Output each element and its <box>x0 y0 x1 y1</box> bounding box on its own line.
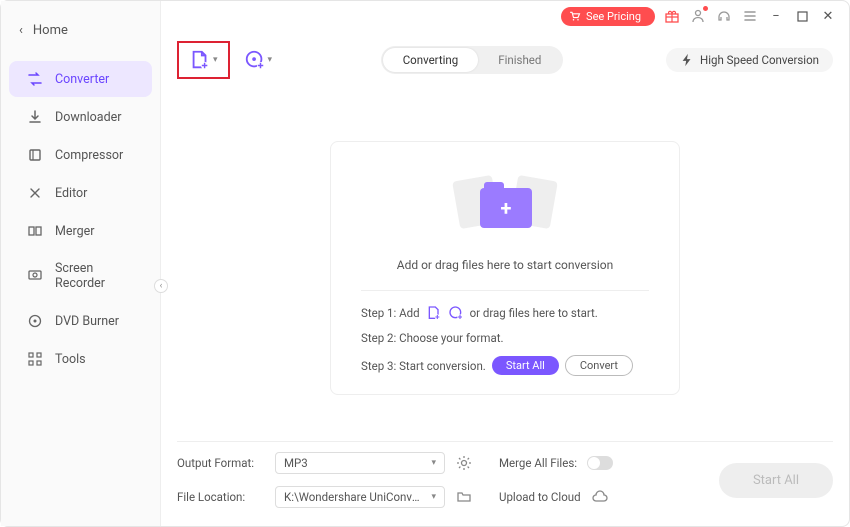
upload-label: Upload to Cloud <box>499 490 581 504</box>
output-format-label: Output Format: <box>177 456 265 470</box>
merge-label: Merge All Files: <box>499 456 577 470</box>
titlebar: See Pricing − ✕ <box>161 1 849 31</box>
sidebar-home[interactable]: ‹ Home <box>1 13 160 48</box>
steps: Step 1: Add or drag files here to start.… <box>361 290 649 376</box>
footer: Output Format: MP3 ▾ Merge All Files: Fi… <box>177 441 833 514</box>
content-area: + Add or drag files here to start conver… <box>177 95 833 441</box>
main-panel: See Pricing − ✕ ▾ ▾ <box>161 1 849 526</box>
sidebar-item-tools[interactable]: Tools <box>9 341 152 377</box>
sidebar-item-label: Downloader <box>55 110 122 125</box>
gift-icon[interactable] <box>663 7 681 25</box>
collapse-sidebar-button[interactable]: ‹ <box>154 279 168 293</box>
user-icon[interactable] <box>689 7 707 25</box>
high-speed-conversion-button[interactable]: High Speed Conversion <box>666 48 833 72</box>
output-format-select[interactable]: MP3 ▾ <box>275 452 445 474</box>
chevron-down-icon: ▾ <box>213 55 218 65</box>
converter-icon <box>27 71 43 87</box>
settings-icon[interactable] <box>455 454 473 472</box>
add-dvd-icon <box>448 305 464 321</box>
tab-finished[interactable]: Finished <box>478 48 561 72</box>
step-3: Step 3: Start conversion. Start All Conv… <box>361 355 649 376</box>
cloud-icon[interactable] <box>591 488 609 506</box>
add-file-icon <box>426 305 442 321</box>
editor-icon <box>27 185 43 201</box>
file-location-select[interactable]: K:\Wondershare UniConverter 1 ▾ <box>275 486 445 508</box>
downloader-icon <box>27 109 43 125</box>
step-1: Step 1: Add or drag files here to start. <box>361 305 649 321</box>
convert-pill[interactable]: Convert <box>565 355 633 376</box>
chevron-down-icon: ▾ <box>431 492 436 502</box>
home-label: Home <box>33 23 68 38</box>
bolt-icon <box>680 53 694 67</box>
sidebar-item-downloader[interactable]: Downloader <box>9 99 152 135</box>
folder-plus-illustration: + <box>450 164 560 244</box>
see-pricing-button[interactable]: See Pricing <box>561 7 655 26</box>
headset-icon[interactable] <box>715 7 733 25</box>
tools-icon <box>27 351 43 367</box>
sidebar-item-compressor[interactable]: Compressor <box>9 137 152 173</box>
add-dvd-icon <box>244 49 266 71</box>
cart-icon <box>569 10 581 22</box>
folder-icon[interactable] <box>455 488 473 506</box>
file-location-label: File Location: <box>177 490 265 504</box>
sidebar-item-merger[interactable]: Merger <box>9 213 152 249</box>
add-file-icon <box>189 49 211 71</box>
add-dvd-button[interactable]: ▾ <box>238 45 279 75</box>
sidebar-item-label: Tools <box>55 352 86 367</box>
step-2: Step 2: Choose your format. <box>361 331 649 345</box>
add-file-button[interactable]: ▾ <box>177 41 230 79</box>
sidebar: ‹ Home Converter Downloader Compressor E… <box>1 1 161 526</box>
close-button[interactable]: ✕ <box>819 7 837 25</box>
start-all-button[interactable]: Start All <box>719 463 833 498</box>
tab-converting[interactable]: Converting <box>383 48 479 72</box>
dvdburner-icon <box>27 313 43 329</box>
sidebar-item-label: Editor <box>55 186 87 201</box>
sidebar-item-screenrecorder[interactable]: Screen Recorder <box>9 251 152 301</box>
sidebar-item-dvdburner[interactable]: DVD Burner <box>9 303 152 339</box>
merge-toggle[interactable] <box>587 456 613 470</box>
maximize-button[interactable] <box>793 7 811 25</box>
chevron-down-icon: ▾ <box>268 55 273 65</box>
start-all-pill[interactable]: Start All <box>492 356 559 375</box>
sidebar-item-editor[interactable]: Editor <box>9 175 152 211</box>
sidebar-item-label: Converter <box>55 72 109 87</box>
compressor-icon <box>27 147 43 163</box>
minimize-button[interactable]: − <box>767 7 785 25</box>
dropzone-text: Add or drag files here to start conversi… <box>397 258 613 272</box>
menu-icon[interactable] <box>741 7 759 25</box>
sidebar-item-label: Compressor <box>55 148 123 163</box>
screenrecorder-icon <box>27 268 43 284</box>
toolbar: ▾ ▾ Converting Finished High Speed Conve… <box>177 35 833 95</box>
status-tabs: Converting Finished <box>381 46 564 74</box>
dropzone[interactable]: + Add or drag files here to start conver… <box>330 141 680 395</box>
sidebar-item-label: DVD Burner <box>55 314 119 329</box>
merger-icon <box>27 223 43 239</box>
chevron-left-icon: ‹ <box>19 23 23 38</box>
sidebar-item-label: Screen Recorder <box>55 261 134 291</box>
sidebar-item-label: Merger <box>55 224 95 239</box>
sidebar-item-converter[interactable]: Converter <box>9 61 152 97</box>
chevron-down-icon: ▾ <box>431 458 436 468</box>
